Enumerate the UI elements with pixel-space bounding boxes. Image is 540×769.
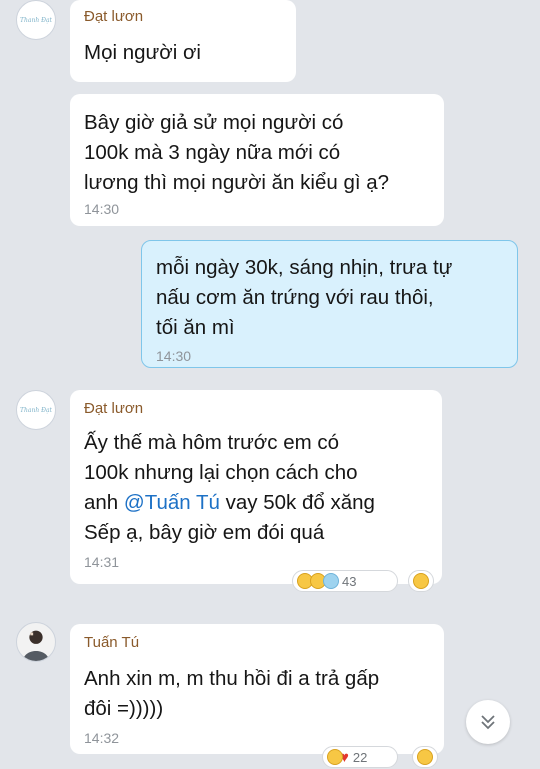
message-text-segment: vay 50k đổ xăng: [219, 491, 375, 514]
avatar-brand-text: Thanh Đạt: [20, 406, 52, 414]
add-reaction-button[interactable]: [408, 570, 434, 592]
avatar-brand-text: Thanh Đạt: [20, 16, 52, 24]
avatar-dat-luon[interactable]: Thanh Đạt: [16, 0, 56, 40]
message-text: Bây giờ giả sử mọi người có 100k mà 3 ng…: [84, 111, 390, 194]
reaction-count: 22: [352, 749, 368, 765]
message-time: 14:30: [156, 348, 192, 364]
sender-name: Đạt lươn: [84, 400, 144, 417]
message-bubble-3-outgoing[interactable]: mỗi ngày 30k, sáng nhịn, trưa tự nấu cơm…: [141, 240, 518, 368]
chevron-double-down-icon: [481, 715, 495, 730]
message-bubble-1[interactable]: Đạt lươn Mọi người ơi: [70, 0, 296, 82]
message-text: Anh xin m, m thu hồi đi a trả gấp đôi =)…: [84, 667, 380, 720]
message-time: 14:32: [84, 730, 120, 746]
message-text-segment: anh: [84, 491, 124, 514]
sender-name: Tuấn Tú: [84, 634, 140, 651]
crying-face-emoji-icon: [323, 573, 339, 589]
message-line: 100k nhưng lại chọn cách cho: [84, 461, 358, 484]
message-text: mỗi ngày 30k, sáng nhịn, trưa tự nấu cơm…: [156, 256, 453, 339]
message-line: Sếp ạ, bây giờ em đói quá: [84, 521, 325, 544]
message-bubble-4[interactable]: Đạt lươn Ấy thế mà hôm trước em có 100k …: [70, 390, 442, 584]
message-time: 14:31: [84, 554, 120, 570]
person-photo-icon: [22, 630, 50, 661]
reaction-summary[interactable]: ♥ 22: [322, 746, 398, 768]
message-bubble-2[interactable]: Bây giờ giả sử mọi người có 100k mà 3 ng…: [70, 94, 444, 226]
mention-tuan-tu[interactable]: @Tuấn Tú: [124, 491, 220, 514]
scroll-to-bottom-button[interactable]: [466, 700, 510, 744]
laughing-face-emoji-icon: [327, 749, 343, 765]
avatar-tuan-tu[interactable]: [16, 622, 56, 662]
reaction-count: 43: [342, 573, 357, 589]
message-bubble-5[interactable]: Tuấn Tú Anh xin m, m thu hồi đi a trả gấ…: [70, 624, 444, 754]
avatar-dat-luon[interactable]: Thanh Đạt: [16, 390, 56, 430]
reaction-summary[interactable]: 43: [292, 570, 398, 592]
message-line-with-mention: anh @Tuấn Tú vay 50k đổ xăng: [84, 488, 375, 518]
sender-name: Đạt lươn: [84, 8, 144, 25]
message-text: Mọi người ơi: [84, 41, 201, 64]
message-line: Ấy thế mà hôm trước em có: [84, 431, 340, 454]
add-reaction-button[interactable]: [412, 746, 438, 768]
message-time: 14:30: [84, 201, 120, 217]
laughing-face-emoji-icon: [417, 749, 433, 765]
laughing-face-emoji-icon: [413, 573, 429, 589]
